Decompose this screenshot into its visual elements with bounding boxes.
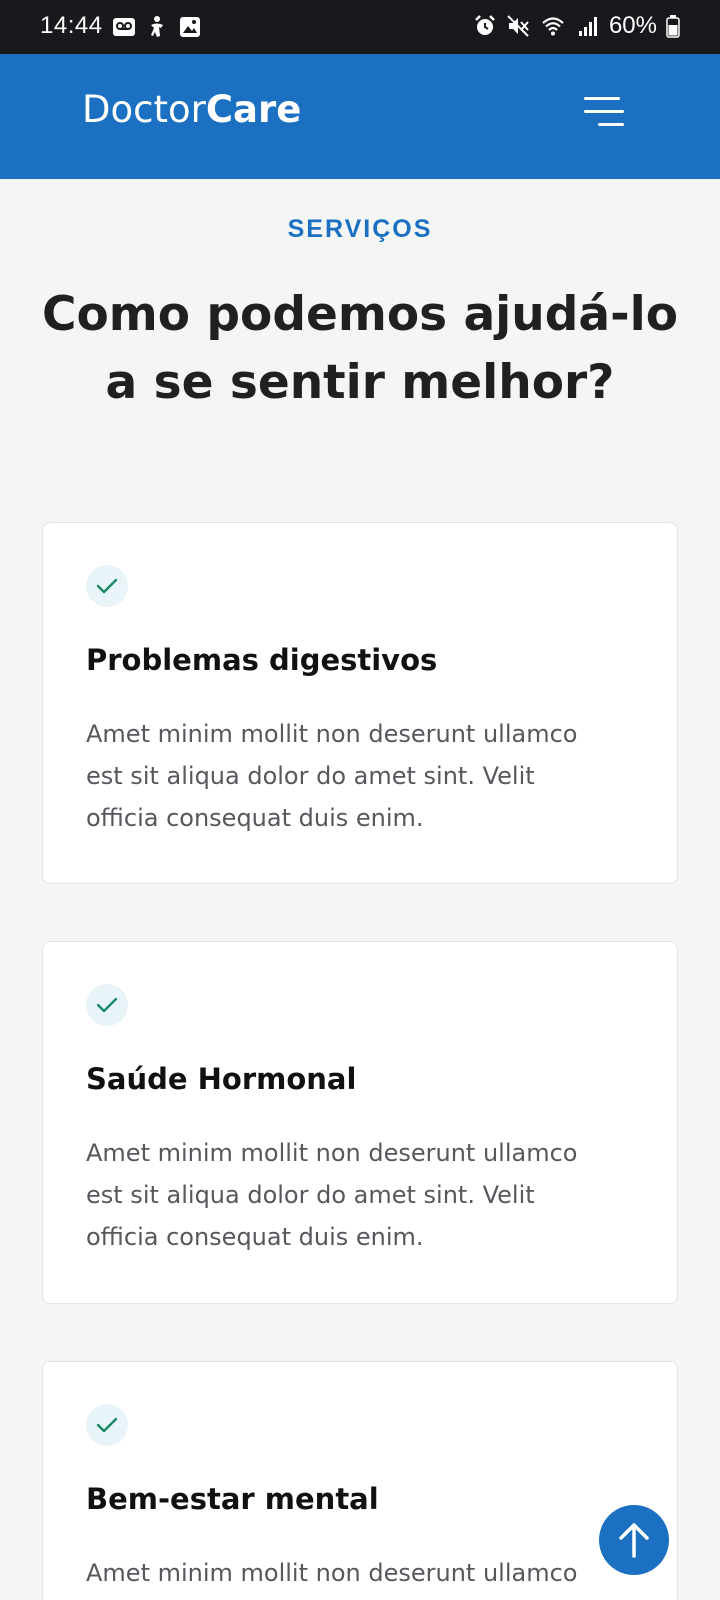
hamburger-menu-button[interactable]: [578, 95, 626, 135]
status-time: 14:44: [40, 12, 103, 39]
service-card: Problemas digestivos Amet minim mollit n…: [42, 522, 678, 884]
check-badge: [86, 565, 128, 607]
back-to-top-button[interactable]: [599, 1505, 669, 1575]
site-header: DoctorCare: [0, 54, 720, 179]
gallery-icon: [180, 17, 200, 37]
menu-line-middle: [584, 110, 624, 113]
service-title: Problemas digestivos: [86, 643, 438, 677]
logo-text-doctor: Doctor: [82, 88, 206, 131]
alarm-icon: [475, 15, 495, 35]
section-tag: SERVIÇOS: [287, 215, 433, 243]
battery-percent: 60%: [608, 12, 657, 39]
check-badge: [86, 984, 128, 1026]
signal-icon: [578, 17, 597, 36]
status-left-icons: [112, 15, 202, 39]
description-line: est sit aliqua dolor do amet sint. Velit: [86, 1181, 535, 1209]
battery-icon: [666, 15, 680, 38]
description-line: Amet minim mollit non deserunt ullamco: [86, 1559, 578, 1587]
arrow-up-icon: [619, 1523, 649, 1558]
description-line: officia consequat duis enim.: [86, 1223, 424, 1251]
service-description: Amet minim mollit non deserunt ullamco e…: [86, 1132, 636, 1258]
status-right: 60%: [473, 12, 680, 40]
description-line: est sit aliqua dolor do amet sint. Velit: [86, 762, 535, 790]
service-title: Bem-estar mental: [86, 1482, 379, 1516]
section-title-line2: a se sentir melhor?: [105, 355, 615, 410]
section-title-line1: Como podemos ajudá-lo: [41, 287, 678, 342]
description-line: Amet minim mollit non deserunt ullamco: [86, 720, 578, 748]
menu-line-bottom: [598, 123, 624, 126]
service-card: Saúde Hormonal Amet minim mollit non des…: [42, 941, 678, 1304]
service-title: Saúde Hormonal: [86, 1062, 357, 1096]
wifi-icon: [542, 17, 564, 36]
check-icon: [96, 997, 118, 1013]
menu-line-top: [584, 97, 620, 100]
logo[interactable]: DoctorCare: [82, 88, 301, 131]
service-card: Bem-estar mental Amet minim mollit non d…: [42, 1361, 678, 1600]
mute-icon: [507, 15, 529, 37]
logo-text-care: Care: [205, 88, 302, 131]
service-description: Amet minim mollit non deserunt ullamco: [86, 1552, 636, 1594]
check-icon: [96, 578, 118, 594]
check-icon: [96, 1417, 118, 1433]
voicemail-icon: [113, 18, 135, 36]
status-bar: 14:44 60%: [0, 0, 720, 54]
accessibility-icon: [151, 16, 163, 37]
service-description: Amet minim mollit non deserunt ullamco e…: [86, 713, 636, 839]
section-title: Como podemos ajudá-lo a se sentir melhor…: [30, 281, 690, 417]
description-line: Amet minim mollit non deserunt ullamco: [86, 1139, 578, 1167]
description-line: officia consequat duis enim.: [86, 804, 424, 832]
check-badge: [86, 1404, 128, 1446]
